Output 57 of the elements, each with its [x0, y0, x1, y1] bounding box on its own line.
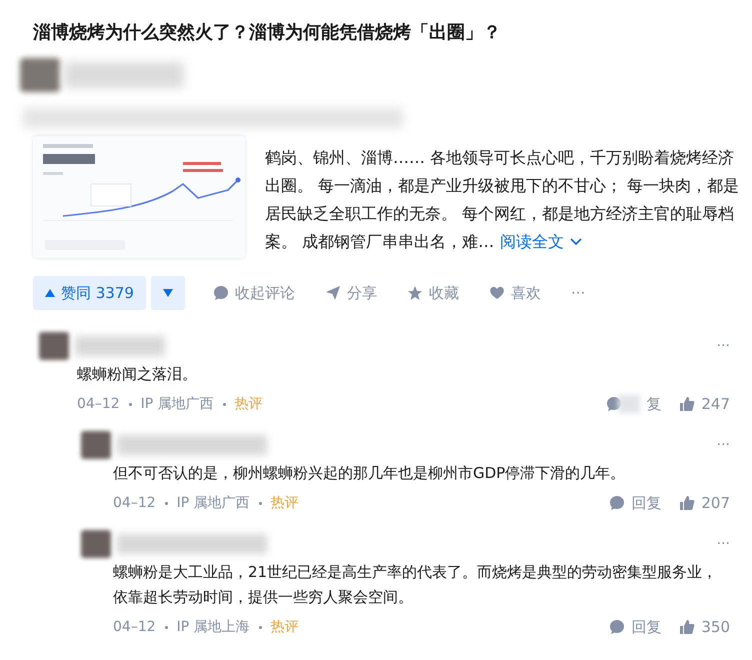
excerpt-line: 出圈。 每一滴油，都是产业升级被甩下的不甘心； 每一块肉，都是: [265, 175, 740, 197]
separator-dot: [164, 502, 168, 504]
heart-button[interactable]: 喜欢: [488, 284, 541, 302]
triangle-down-icon: [162, 289, 173, 297]
comment-button[interactable]: 收起评论: [212, 284, 295, 302]
triangle-up-icon: [45, 289, 55, 297]
more-button[interactable]: ···: [716, 338, 730, 354]
separator-dot: [164, 626, 168, 628]
comment-text: 但不可否认的是，柳州螺蛳粉兴起的那几年也是柳州市GDP停滞下滑的几年。: [113, 463, 626, 484]
comment-date: 04–12: [113, 619, 156, 635]
speech-bubble-icon: [609, 495, 626, 511]
heart-icon: [488, 285, 505, 301]
separator-dot: [258, 502, 262, 504]
like-button[interactable]: 247: [679, 395, 730, 413]
excerpt-line: 居民缺乏全职工作的无奈。 每个网红，都是地方经济主官的耻辱档: [265, 203, 734, 225]
separator-dot: [222, 402, 226, 406]
thumbs-up-icon: [679, 495, 696, 511]
thumbs-up-icon: [679, 396, 696, 412]
star-button[interactable]: 收藏: [406, 284, 459, 302]
hot-comment-tag: 热评: [270, 618, 299, 636]
excerpt-line: 鹤岗、锦州、淄博…… 各地领导可长点心吧，千万别盼着烧烤经济: [265, 147, 734, 169]
like-button[interactable]: 207: [679, 494, 730, 512]
ip-location: IP 属地广西: [140, 395, 214, 413]
paper-plane-icon: [324, 285, 341, 301]
blurred-avatar: [20, 58, 60, 92]
separator-dot: [128, 402, 132, 406]
like-button[interactable]: 350: [679, 618, 730, 636]
blurred-text: [618, 395, 640, 413]
blurred-avatar: [39, 332, 69, 360]
thumbs-up-icon: [679, 619, 696, 635]
hot-comment-tag: 热评: [234, 395, 263, 413]
separator-dot: [258, 626, 262, 628]
more-button[interactable]: ···: [716, 536, 730, 552]
chevron-down-icon: [570, 238, 582, 246]
comment-text: 螺蛳粉闻之落泪。: [77, 364, 198, 385]
more-button[interactable]: ···: [570, 284, 586, 302]
blurred-avatar: [81, 530, 111, 558]
downvote-button[interactable]: [150, 276, 185, 310]
reply-button[interactable]: 回复: [609, 494, 662, 512]
read-more-link[interactable]: 阅读全文: [500, 228, 582, 256]
comment-icon: [212, 285, 229, 301]
reply-button[interactable]: 回复: [609, 618, 662, 636]
comment-text: 螺蛳粉是大工业品，21世纪已经是高生产率的代表了。而烧烤是典型的劳动密集型服务业，依靠超长劳动时间，提供一些穷人聚会空间。: [113, 562, 718, 608]
question-title[interactable]: 淄博烧烤为什么突然火了？淄博为何能凭借烧烤「出圈」？: [33, 20, 730, 46]
more-button[interactable]: ···: [716, 437, 730, 453]
speech-bubble-icon: [609, 619, 626, 635]
ip-location: IP 属地上海: [176, 618, 250, 636]
ip-location: IP 属地广西: [176, 494, 250, 512]
upvote-button[interactable]: 赞同 3379: [33, 276, 146, 310]
excerpt-line: 案。 成都钢管厂串串出名，难…: [265, 231, 494, 253]
share-button[interactable]: 分享: [324, 284, 377, 302]
star-icon: [406, 285, 423, 301]
blurred-avatar: [81, 431, 111, 459]
comment-date: 04–12: [113, 495, 156, 511]
comment-date: 04–12: [77, 396, 120, 412]
reply-button[interactable]: 复: [606, 394, 662, 414]
hot-comment-tag: 热评: [270, 494, 299, 512]
